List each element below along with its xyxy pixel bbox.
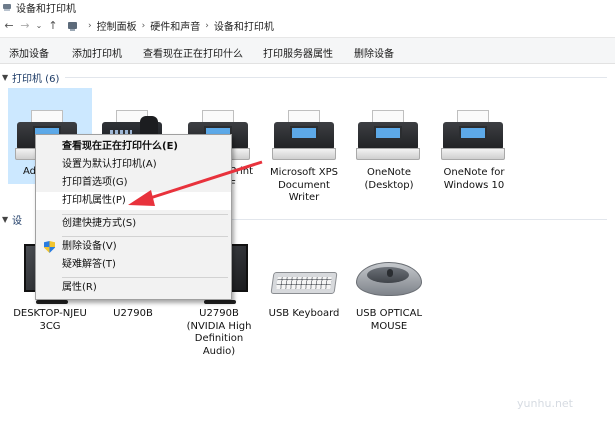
printer-item-label: OneNote for Windows 10 [443, 167, 505, 191]
menu-separator [62, 277, 228, 278]
window-title: 设备和打印机 [16, 3, 76, 15]
printers-group-header[interactable]: ▼ 打印机 (6) [0, 70, 615, 85]
address-bar: ← → ⌄ ↑ › 控制面板 › 硬件和声音 › 设备和打印机 [0, 14, 615, 38]
menu-item-printing-preferences[interactable]: 打印首选项(G) [36, 174, 231, 192]
device-item-label: DESKTOP-NJEU 3CG [13, 308, 87, 332]
chevron-down-icon[interactable]: ⌄ [34, 16, 44, 36]
menu-item-create-shortcut[interactable]: 创建快捷方式(S) [36, 215, 231, 233]
printer-item-label: Microsoft XPS Document Writer [270, 167, 338, 203]
device-item-label: U2790B [113, 308, 153, 319]
print-server-properties-button[interactable]: 打印服务器属性 [263, 45, 333, 60]
printer-item-label: Print F [230, 166, 254, 190]
keyboard-icon[interactable] [270, 272, 338, 294]
menu-item-label: 删除设备(V) [62, 241, 117, 252]
printer-icon[interactable] [441, 106, 505, 162]
menu-item-printer-properties[interactable]: 打印机属性(P) [36, 192, 231, 210]
menu-item-properties[interactable]: 属性(R) [36, 279, 231, 297]
title-bar: 设备和打印机 [0, 0, 615, 15]
add-device-button[interactable]: 添加设备 [9, 45, 49, 60]
devices-group-label: 设 [12, 215, 22, 227]
printer-item-label: OneNote (Desktop) [364, 167, 414, 191]
control-panel-icon [66, 20, 80, 32]
printers-group-label: 打印机 (6) [12, 73, 60, 85]
back-arrow-icon[interactable]: ← [2, 16, 16, 36]
uac-shield-icon [44, 241, 55, 253]
breadcrumb-devices-printers[interactable]: 设备和打印机 [214, 18, 274, 33]
command-bar: 添加设备 添加打印机 查看现在正在打印什么 打印服务器属性 删除设备 [0, 38, 615, 64]
breadcrumb-separator[interactable]: › [205, 21, 209, 31]
devices-printers-icon [2, 3, 12, 12]
collapse-chevron-icon[interactable]: ▼ [2, 215, 12, 224]
watermark: yunhu.net [517, 397, 573, 410]
breadcrumb-control-panel[interactable]: 控制面板 [97, 18, 137, 33]
see-whats-printing-button[interactable]: 查看现在正在打印什么 [143, 45, 243, 60]
printer-icon[interactable] [356, 106, 420, 162]
device-item-label: USB Keyboard [268, 308, 340, 319]
menu-item-see-printing[interactable]: 查看现在正在打印什么(E) [36, 138, 231, 156]
collapse-chevron-icon[interactable]: ▼ [2, 73, 12, 82]
menu-separator [62, 236, 228, 237]
group-divider [228, 218, 607, 220]
remove-device-button[interactable]: 删除设备 [354, 45, 394, 60]
context-menu: 查看现在正在打印什么(E) 设置为默认打印机(A) 打印首选项(G) 打印机属性… [35, 134, 232, 300]
device-item-label: U2790B (NVIDIA High Definition Audio) [186, 308, 252, 357]
add-printer-button[interactable]: 添加打印机 [72, 45, 122, 60]
menu-item-set-default[interactable]: 设置为默认打印机(A) [36, 156, 231, 174]
breadcrumb-hardware-sound[interactable]: 硬件和声音 [150, 18, 200, 33]
breadcrumb-separator[interactable]: › [142, 21, 146, 31]
up-arrow-icon[interactable]: ↑ [46, 16, 60, 36]
menu-item-troubleshoot[interactable]: 疑难解答(T) [36, 256, 231, 274]
device-item-label: USB OPTICAL MOUSE [355, 308, 423, 332]
breadcrumb-separator[interactable]: › [88, 21, 92, 31]
forward-arrow-icon[interactable]: → [18, 16, 32, 36]
mouse-icon[interactable] [356, 262, 422, 296]
menu-item-remove-device[interactable]: 删除设备(V) [36, 238, 231, 256]
printer-icon[interactable] [272, 106, 336, 162]
group-divider [65, 76, 607, 78]
